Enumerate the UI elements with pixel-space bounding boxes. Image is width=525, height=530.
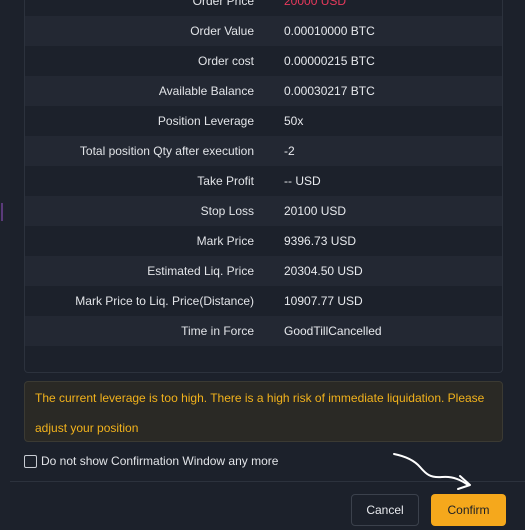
- chart-marker: [1, 203, 3, 221]
- table-row: Position Leverage 50x: [25, 106, 502, 136]
- dont-show-again-checkbox[interactable]: [24, 454, 37, 468]
- row-value-total-position-qty: -2: [284, 144, 295, 158]
- table-row: Order cost 0.00000215 BTC: [25, 46, 502, 76]
- dont-show-again-option[interactable]: Do not show Confirmation Window any more: [24, 454, 278, 468]
- row-label-order-cost: Order cost: [197, 54, 254, 68]
- row-value-order-cost: 0.00000215 BTC: [284, 54, 375, 68]
- leverage-warning: The current leverage is too high. There …: [24, 381, 503, 442]
- confirm-button[interactable]: Confirm: [431, 494, 506, 526]
- row-label-mark-to-liq-distance: Mark Price to Liq. Price(Distance): [75, 294, 254, 308]
- row-value-order-value: 0.00010000 BTC: [284, 24, 375, 38]
- table-row: Total position Qty after execution -2: [25, 136, 502, 166]
- row-label-position-leverage: Position Leverage: [157, 114, 254, 128]
- order-details-table: Order Price 20000 USD Order Value 0.0001…: [24, 0, 503, 373]
- row-value-mark-price: 9396.73 USD: [284, 234, 357, 248]
- table-row: Mark Price to Liq. Price(Distance) 10907…: [25, 286, 502, 316]
- table-row: Take Profit -- USD: [25, 166, 502, 196]
- row-label-estimated-liq-price: Estimated Liq. Price: [147, 264, 254, 278]
- dont-show-again-label: Do not show Confirmation Window any more: [41, 454, 279, 468]
- row-label-available-balance: Available Balance: [158, 84, 254, 98]
- row-label-total-position-qty: Total position Qty after execution: [79, 144, 254, 158]
- row-value-estimated-liq-price: 20304.50 USD: [284, 264, 363, 278]
- table-row: Order Value 0.00010000 BTC: [25, 16, 502, 46]
- table-row: Mark Price 9396.73 USD: [25, 226, 502, 256]
- row-label-stop-loss: Stop Loss: [200, 204, 254, 218]
- table-row: Available Balance 0.00030217 BTC: [25, 76, 502, 106]
- row-value-position-leverage: 50x: [284, 114, 304, 128]
- table-row: Stop Loss 20100 USD: [25, 196, 502, 226]
- row-value-mark-to-liq-distance: 10907.77 USD: [284, 294, 363, 308]
- table-row: Estimated Liq. Price 20304.50 USD: [25, 256, 502, 286]
- table-row: Time in Force GoodTillCancelled: [25, 316, 502, 346]
- row-value-time-in-force: GoodTillCancelled: [284, 324, 382, 338]
- row-value-take-profit: -- USD: [284, 174, 321, 188]
- background-panel-strip: [0, 0, 10, 530]
- row-value-available-balance: 0.00030217 BTC: [284, 84, 375, 98]
- row-label-order-value: Order Value: [190, 24, 254, 38]
- row-label-order-price: Order Price: [192, 0, 254, 8]
- row-label-mark-price: Mark Price: [196, 234, 254, 248]
- order-confirmation-dialog: Order Price 20000 USD Order Value 0.0001…: [10, 0, 525, 530]
- row-value-stop-loss: 20100 USD: [284, 204, 347, 218]
- hand-drawn-arrow-annotation: [393, 453, 471, 490]
- table-row: Order Price 20000 USD: [25, 0, 502, 16]
- row-label-take-profit: Take Profit: [197, 174, 254, 188]
- cancel-button[interactable]: Cancel: [351, 494, 419, 526]
- row-label-time-in-force: Time in Force: [181, 324, 254, 338]
- row-value-order-price: 20000 USD: [284, 0, 347, 8]
